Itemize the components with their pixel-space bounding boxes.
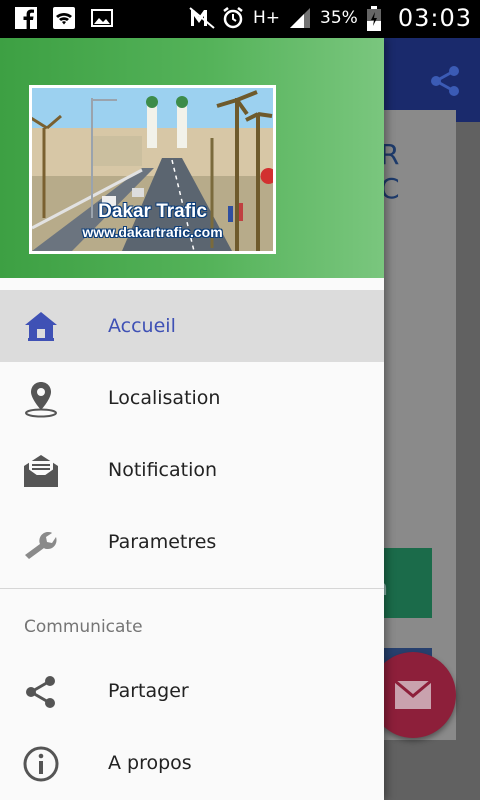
- alarm-icon: [221, 6, 245, 30]
- menu-label-a-propos: A propos: [108, 752, 192, 774]
- battery-icon: [366, 6, 390, 31]
- navigation-drawer: Dakar Trafic www.dakartrafic.com Accueil…: [0, 38, 384, 800]
- image-icon: [90, 6, 114, 30]
- menu-item-partager[interactable]: Partager: [0, 655, 384, 727]
- mail-open-icon: [22, 452, 60, 490]
- wifi-icon: [52, 6, 76, 30]
- share-icon: [22, 673, 60, 711]
- info-icon: [22, 745, 60, 783]
- location-pin-icon: [22, 380, 60, 418]
- toolbar-share-icon[interactable]: [428, 64, 462, 98]
- menu-label-localisation: Localisation: [108, 387, 221, 409]
- menu-item-notification[interactable]: Notification: [0, 434, 384, 506]
- menu-item-localisation[interactable]: Localisation: [0, 362, 384, 434]
- header-photo: Dakar Trafic www.dakartrafic.com: [29, 85, 276, 254]
- battery-percent: 35%: [320, 8, 358, 28]
- facebook-icon: [14, 6, 38, 30]
- menu-label-notification: Notification: [108, 459, 218, 481]
- network-type: H+: [253, 8, 281, 28]
- drawer-header: Dakar Trafic www.dakartrafic.com: [0, 38, 384, 278]
- signal-icon: [288, 6, 312, 30]
- menu-item-parametres[interactable]: Parametres: [0, 506, 384, 578]
- menu-item-accueil[interactable]: Accueil: [0, 290, 384, 362]
- mail-icon: [394, 680, 432, 709]
- status-bar: H+ 35% 03:03: [0, 0, 480, 38]
- menu-label-partager: Partager: [108, 680, 189, 702]
- wrench-icon: [22, 524, 60, 562]
- home-icon: [22, 308, 60, 346]
- logo-title: Dakar Trafic: [98, 201, 207, 222]
- section-header-communicate: Communicate: [24, 617, 143, 637]
- menu-label-accueil: Accueil: [108, 315, 176, 337]
- menu-label-parametres: Parametres: [108, 531, 217, 553]
- mute-icon: [189, 6, 215, 30]
- drawer-menu: Accueil Localisation Notification Parame…: [0, 290, 384, 799]
- menu-item-a-propos[interactable]: A propos: [0, 727, 384, 799]
- logo-url: www.dakartrafic.com: [82, 224, 223, 240]
- status-time: 03:03: [397, 4, 472, 32]
